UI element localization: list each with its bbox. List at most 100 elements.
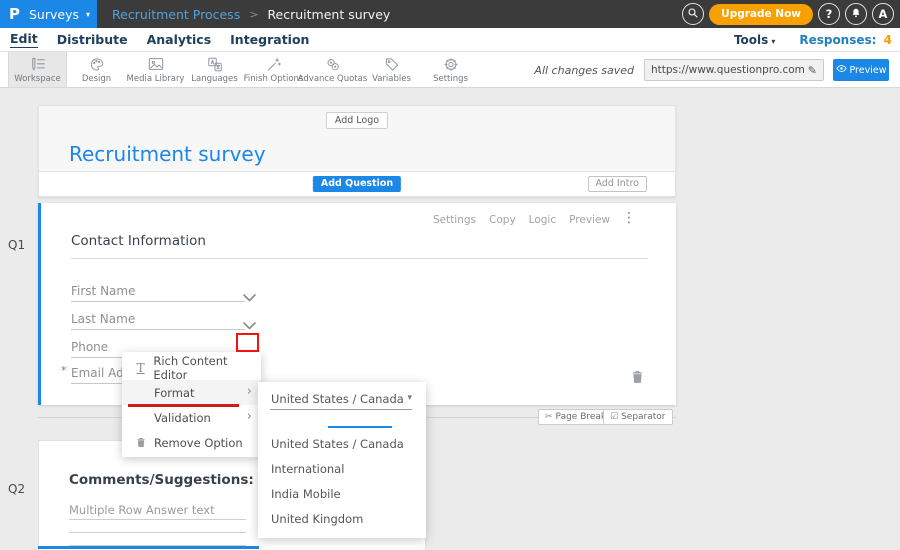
chevron-down-icon: ▾ bbox=[86, 10, 90, 19]
survey-url: https://www.questionpro.com/t/APNrFZ bbox=[651, 64, 804, 76]
topbar-actions: Upgrade Now ? A bbox=[682, 3, 894, 25]
toolbar-item-languages[interactable]: Languages bbox=[185, 52, 244, 87]
answer-row-underline bbox=[69, 532, 246, 533]
delete-question-icon[interactable] bbox=[631, 369, 644, 388]
tab-integration[interactable]: Integration bbox=[230, 32, 309, 48]
toolbar-right: All changes saved https://www.questionpr… bbox=[534, 59, 889, 81]
upgrade-now-button[interactable]: Upgrade Now bbox=[709, 4, 813, 25]
bell-icon bbox=[850, 7, 862, 22]
breadcrumb-folder[interactable]: Recruitment Process bbox=[112, 7, 240, 22]
menu-item-remove-option[interactable]: Remove Option bbox=[122, 430, 261, 455]
add-intro-button[interactable]: Add Intro bbox=[588, 176, 647, 192]
search-button[interactable] bbox=[682, 3, 704, 25]
question-copy-link[interactable]: Copy bbox=[489, 214, 516, 226]
question-actions: Settings Copy Logic Preview bbox=[433, 214, 610, 226]
toolbar-item-media-library[interactable]: Media Library bbox=[126, 52, 185, 87]
toolbar-item-finish-options[interactable]: Finish Options bbox=[244, 52, 303, 87]
variables-icon bbox=[384, 56, 400, 72]
field-label-first-name[interactable]: First Name bbox=[71, 284, 135, 298]
menu-item-format[interactable]: Format › bbox=[122, 380, 261, 405]
question-number-q1: Q1 bbox=[8, 238, 25, 252]
surveys-product-menu[interactable]: P Surveys ▾ bbox=[0, 0, 97, 28]
question-title[interactable]: Contact Information bbox=[71, 233, 206, 249]
question-title-underline bbox=[71, 258, 648, 259]
format-select[interactable]: United States / Canada bbox=[271, 392, 404, 406]
survey-header-actions: Add Question Add Intro bbox=[39, 171, 675, 196]
preview-button[interactable]: Preview bbox=[833, 59, 889, 81]
add-logo-button[interactable]: Add Logo bbox=[326, 112, 388, 129]
question-logic-link[interactable]: Logic bbox=[529, 214, 556, 226]
chevron-down-icon[interactable] bbox=[243, 315, 256, 334]
field-label-phone[interactable]: Phone bbox=[71, 340, 108, 354]
separator-button[interactable]: ☑ Separator bbox=[603, 409, 673, 425]
product-menu-label: Surveys bbox=[29, 7, 79, 22]
finish-options-icon bbox=[266, 56, 282, 72]
add-question-button[interactable]: Add Question bbox=[313, 176, 401, 192]
question-mark-icon: ? bbox=[826, 7, 833, 21]
topbar: P Surveys ▾ Recruitment Process > Recrui… bbox=[0, 0, 900, 28]
responses-count: 4 bbox=[884, 33, 892, 47]
nav-right: Tools▾ Responses: 4 bbox=[734, 28, 892, 52]
question-preview-link[interactable]: Preview bbox=[569, 214, 610, 226]
field-underline bbox=[71, 301, 245, 302]
toolbar-item-design[interactable]: Design bbox=[67, 52, 126, 87]
tools-menu[interactable]: Tools▾ bbox=[734, 33, 775, 47]
toolbar-item-variables[interactable]: Variables bbox=[362, 52, 421, 87]
question-title[interactable]: Comments/Suggestions: bbox=[69, 472, 254, 488]
chevron-down-icon[interactable] bbox=[243, 287, 256, 306]
required-asterisk: * bbox=[61, 364, 67, 377]
advance-quotas-icon bbox=[325, 56, 341, 72]
toolbar-item-settings[interactable]: Settings bbox=[421, 52, 480, 87]
annotation-underline bbox=[128, 404, 239, 407]
responses-label: Responses: bbox=[799, 33, 876, 47]
menu-item-validation[interactable]: Validation › bbox=[122, 405, 261, 430]
rich-text-icon: T bbox=[132, 361, 149, 375]
field-underline bbox=[71, 329, 245, 330]
breadcrumb: Recruitment Process > Recruitment survey bbox=[112, 0, 390, 28]
format-option-united-kingdom[interactable]: United Kingdom bbox=[271, 512, 363, 526]
questionpro-survey-editor: P Surveys ▾ Recruitment Process > Recrui… bbox=[0, 0, 900, 550]
menu-item-rich-content-editor[interactable]: T Rich Content Editor bbox=[122, 355, 261, 380]
question-number-q2: Q2 bbox=[8, 482, 25, 496]
responses-link[interactable]: Responses: 4 bbox=[799, 33, 892, 47]
chevron-down-icon[interactable]: ▾ bbox=[407, 393, 412, 403]
select-focus-indicator bbox=[328, 426, 392, 428]
toolbar-item-workspace[interactable]: Workspace bbox=[8, 52, 67, 87]
eye-icon bbox=[836, 64, 847, 76]
tab-edit[interactable]: Edit bbox=[10, 31, 38, 48]
languages-icon bbox=[207, 56, 223, 72]
help-button[interactable]: ? bbox=[818, 3, 840, 25]
editor-toolbar: Workspace Design Media Library Languages… bbox=[0, 52, 900, 88]
tab-distribute[interactable]: Distribute bbox=[57, 32, 128, 48]
more-options-icon[interactable]: ⋮ bbox=[622, 210, 636, 226]
design-icon bbox=[89, 56, 105, 72]
select-underline bbox=[270, 409, 412, 410]
search-icon bbox=[687, 7, 699, 22]
separator-icon: ☑ bbox=[610, 412, 618, 422]
answer-row-underline bbox=[69, 519, 246, 520]
account-avatar[interactable]: A bbox=[872, 3, 894, 25]
field-label-last-name[interactable]: Last Name bbox=[71, 312, 135, 326]
notifications-button[interactable] bbox=[845, 3, 867, 25]
annotation-highlight-box bbox=[236, 333, 259, 352]
page-break-button[interactable]: ✂ Page Break bbox=[538, 409, 613, 425]
field-context-menu: T Rich Content Editor Format › Validatio… bbox=[122, 352, 261, 457]
save-status: All changes saved bbox=[534, 64, 634, 77]
survey-title[interactable]: Recruitment survey bbox=[69, 142, 266, 166]
format-option-us-canada[interactable]: United States / Canada bbox=[271, 437, 404, 451]
answer-placeholder[interactable]: Multiple Row Answer text bbox=[69, 503, 215, 517]
question-settings-link[interactable]: Settings bbox=[433, 214, 476, 226]
chevron-right-icon: › bbox=[247, 409, 252, 424]
media-library-icon bbox=[148, 56, 164, 72]
toolbar-item-advance-quotas[interactable]: Advance Quotas bbox=[303, 52, 362, 87]
phone-format-submenu: United States / Canada ▾ United States /… bbox=[258, 382, 426, 538]
avatar-initial: A bbox=[879, 7, 888, 21]
survey-canvas: Add Logo Recruitment survey Add Question… bbox=[0, 88, 900, 550]
format-option-international[interactable]: International bbox=[271, 462, 344, 476]
settings-icon bbox=[443, 56, 459, 72]
breadcrumb-survey-name: Recruitment survey bbox=[267, 7, 390, 22]
format-option-india-mobile[interactable]: India Mobile bbox=[271, 487, 341, 501]
edit-url-icon[interactable]: ✎ bbox=[808, 64, 817, 77]
tab-analytics[interactable]: Analytics bbox=[147, 32, 212, 48]
survey-url-field[interactable]: https://www.questionpro.com/t/APNrFZ ✎ bbox=[644, 59, 824, 81]
